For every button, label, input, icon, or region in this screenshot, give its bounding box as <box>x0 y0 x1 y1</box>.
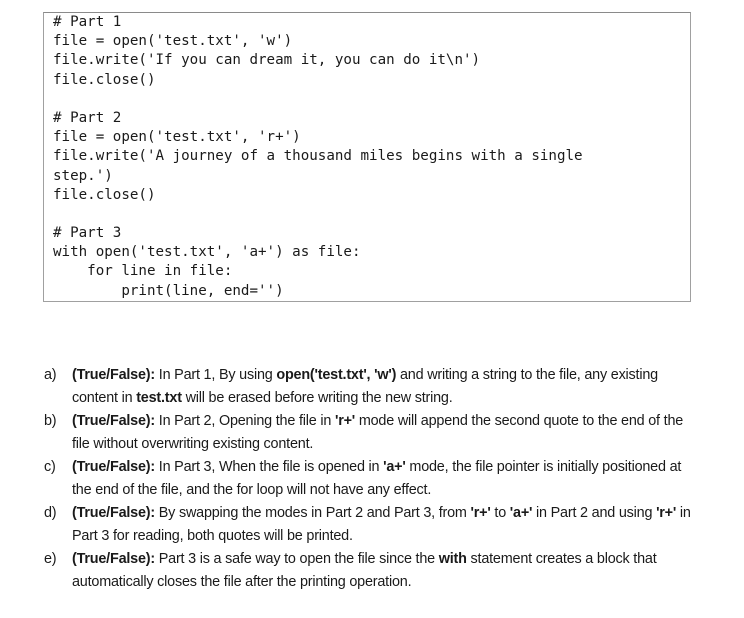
code-line: file = open('test.txt', 'r+') <box>53 129 301 146</box>
text-segment: to <box>490 505 510 521</box>
code-line: file.close() <box>53 71 156 88</box>
text-segment: In Part 2, Opening the file in <box>154 413 335 429</box>
code-line: # Part 2 <box>53 109 122 126</box>
question-text: (True/False): Part 3 is a safe way to op… <box>72 548 704 594</box>
code-line: # Part 3 <box>53 225 122 242</box>
bold-text: (True/False): <box>72 505 155 521</box>
question-letter: b) <box>44 413 57 429</box>
code-line: file.write('If you can dream it, you can… <box>53 52 481 69</box>
code-line: with open('test.txt', 'a+') as file: <box>53 244 361 261</box>
question-text: (True/False): In Part 3, When the file i… <box>72 456 704 502</box>
bold-text: with <box>438 551 467 567</box>
question-list: a) (True/False): In Part 1, By using open… <box>44 364 704 594</box>
bold-text: 'a+' <box>383 459 406 475</box>
question-text: (True/False): In Part 2, Opening the fil… <box>72 410 704 456</box>
bold-text: 'r+' <box>470 505 491 521</box>
question-letter: a) <box>44 367 57 383</box>
text-segment: In Part 3, When the file is opened in <box>154 459 384 475</box>
text-segment: By swapping the modes in Part 2 and Part… <box>154 505 471 521</box>
code-line: print(line, end='') <box>53 282 284 299</box>
question-item: a) (True/False): In Part 1, By using open… <box>44 364 704 410</box>
text-segment: in Part 2 and using <box>532 505 657 521</box>
bold-text: open('test.txt', 'w') <box>276 367 397 383</box>
code-line: for line in file: <box>53 263 233 280</box>
code-line: file.write('A journey of a thousand mile… <box>53 148 583 165</box>
bold-text: (True/False): <box>72 367 155 383</box>
bold-text: (True/False): <box>72 459 155 475</box>
question-text: (True/False): By swapping the modes in P… <box>72 502 704 548</box>
code-line: file.close() <box>53 186 156 203</box>
code-line: # Part 1 <box>53 14 122 30</box>
question-letter: c) <box>44 459 56 475</box>
text-segment: In Part 1, By using <box>154 367 277 383</box>
question-item: c) (True/False): In Part 3, When the file… <box>44 456 704 502</box>
bold-text: 'a+' <box>509 505 533 521</box>
bold-text: 'r+' <box>656 505 677 521</box>
bold-text: test.txt <box>136 390 182 406</box>
question-letter: e) <box>44 551 57 567</box>
text-segment: Part 3 is a safe way to open the file si… <box>154 551 439 567</box>
code-block: # Part 1 file = open('test.txt', 'w') file… <box>43 12 691 302</box>
question-item: b) (True/False): In Part 2, Opening the f… <box>44 410 704 456</box>
question-item: d) (True/False): By swapping the modes in… <box>44 502 704 548</box>
question-text: (True/False): In Part 1, By using open('… <box>72 364 704 410</box>
bold-text: 'r+' <box>334 413 356 429</box>
bold-text: (True/False): <box>72 551 155 567</box>
bold-text: (True/False): <box>72 413 155 429</box>
code-line: step.') <box>53 167 113 184</box>
code-line: file = open('test.txt', 'w') <box>53 33 293 50</box>
text-segment: will be erased before writing the new st… <box>181 390 453 406</box>
question-item: e) (True/False): Part 3 is a safe way to … <box>44 548 704 594</box>
question-letter: d) <box>44 505 57 521</box>
